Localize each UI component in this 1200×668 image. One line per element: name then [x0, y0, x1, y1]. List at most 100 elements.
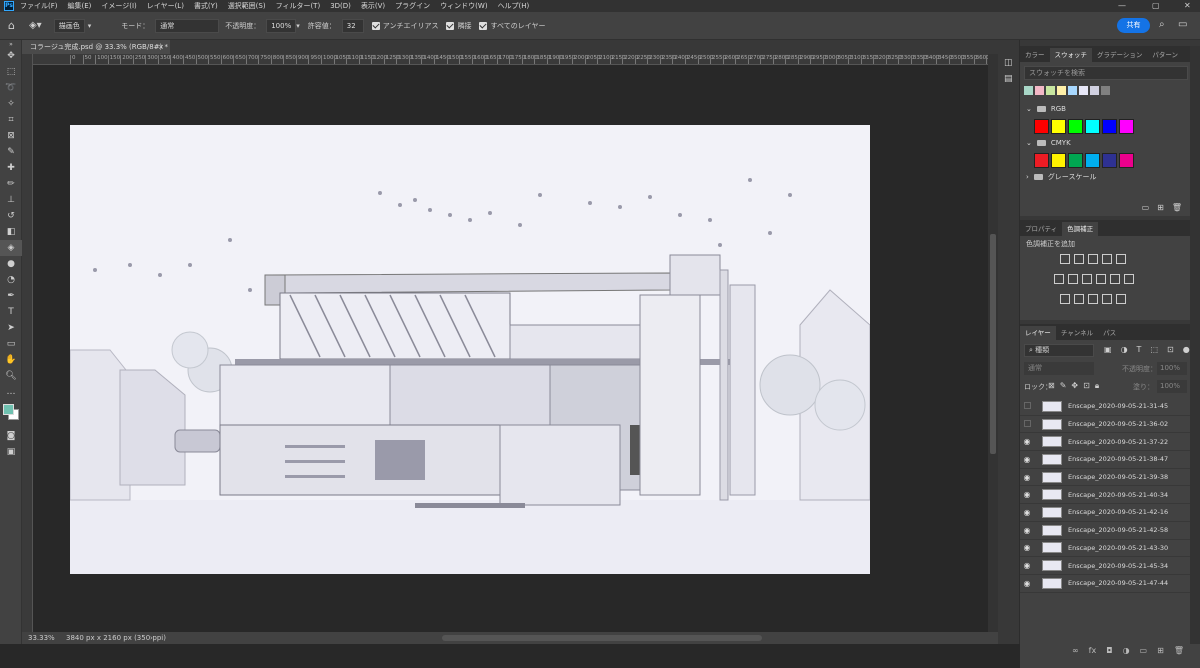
- gradient-map-icon[interactable]: [1116, 294, 1126, 304]
- filter-toggle-icon[interactable]: ●: [1183, 345, 1190, 354]
- layer-row[interactable]: ◉ Enscape_2020-09-05-21-42-58: [1020, 521, 1190, 540]
- curves-icon[interactable]: [1088, 254, 1098, 264]
- recent-swatch[interactable]: [1024, 86, 1033, 95]
- fill-input[interactable]: 100%: [1157, 380, 1187, 393]
- brightness-icon[interactable]: [1060, 254, 1070, 264]
- recent-swatch[interactable]: [1068, 86, 1077, 95]
- contiguous-checkbox[interactable]: 隣接: [446, 21, 471, 31]
- workspace-icon[interactable]: ▭: [1178, 19, 1187, 30]
- mask-icon[interactable]: ◘: [1106, 646, 1112, 655]
- group-icon[interactable]: ▭: [1140, 646, 1148, 655]
- recent-swatch[interactable]: [1035, 86, 1044, 95]
- tab-layers[interactable]: レイヤー: [1020, 326, 1056, 340]
- tab-patterns[interactable]: パターン: [1147, 48, 1183, 62]
- layer-row[interactable]: ◉ Enscape_2020-09-05-21-42-16: [1020, 504, 1190, 522]
- tolerance-input[interactable]: 32: [338, 18, 364, 33]
- layer-row[interactable]: ◉ Enscape_2020-09-05-21-43-30: [1020, 539, 1190, 558]
- collapse-icon[interactable]: »: [0, 40, 22, 48]
- search-icon[interactable]: ⌕: [1159, 19, 1165, 30]
- eye-icon[interactable]: ◉: [1020, 561, 1034, 570]
- hue-saturation-icon[interactable]: [1054, 274, 1064, 284]
- eye-icon[interactable]: ◉: [1020, 490, 1034, 499]
- posterize-icon[interactable]: [1074, 294, 1084, 304]
- magic-wand-tool-icon[interactable]: ✧: [0, 96, 22, 112]
- cmyk-swatch[interactable]: [1102, 152, 1117, 168]
- menu-filter[interactable]: フィルター(T): [276, 1, 321, 11]
- adjustment-icon[interactable]: ◑: [1123, 646, 1130, 655]
- quick-mask-icon[interactable]: ◙: [0, 428, 22, 444]
- document-canvas[interactable]: [69, 125, 871, 574]
- zoom-tool-icon[interactable]: 🔍︎: [0, 368, 22, 384]
- menu-view[interactable]: 表示(V): [361, 1, 385, 11]
- cmyk-swatch[interactable]: [1034, 152, 1049, 168]
- menu-help[interactable]: ヘルプ(H): [498, 1, 530, 11]
- levels-icon[interactable]: [1074, 254, 1084, 264]
- menu-window[interactable]: ウィンドウ(W): [440, 1, 487, 11]
- rgb-swatch[interactable]: [1051, 118, 1066, 134]
- layer-row[interactable]: ◉ Enscape_2020-09-05-21-37-22: [1020, 433, 1190, 452]
- document-tab[interactable]: コラージュ完成.psd @ 33.3% (RGB/8#) * ×: [22, 40, 170, 54]
- tab-paths[interactable]: パス: [1098, 326, 1121, 340]
- all-layers-checkbox[interactable]: すべてのレイヤー: [479, 21, 546, 31]
- eye-icon[interactable]: ◉: [1020, 437, 1034, 446]
- vibrance-icon[interactable]: [1116, 254, 1126, 264]
- smart-object-filter-icon[interactable]: ⊡: [1167, 345, 1174, 354]
- fill-source-select[interactable]: 描画色 ▾: [50, 18, 91, 33]
- maximize-button[interactable]: ▢: [1152, 1, 1160, 10]
- tab-properties[interactable]: プロパティ: [1020, 222, 1062, 236]
- path-selection-tool-icon[interactable]: ➤: [0, 320, 22, 336]
- frame-tool-icon[interactable]: ⊠: [0, 128, 22, 144]
- eye-icon[interactable]: ◉: [1020, 526, 1034, 535]
- swatch-group-rgb[interactable]: ⌄ RGB: [1020, 102, 1190, 116]
- channel-mixer-icon[interactable]: [1110, 274, 1120, 284]
- layer-row[interactable]: ◉ Enscape_2020-09-05-21-45-34: [1020, 557, 1190, 575]
- layer-row[interactable]: Enscape_2020-09-05-21-31-45: [1020, 398, 1190, 416]
- visibility-off-box[interactable]: [1020, 419, 1034, 429]
- eye-icon[interactable]: ◉: [1020, 473, 1034, 482]
- opacity-input[interactable]: 100% ▾: [262, 18, 300, 33]
- pixel-filter-icon[interactable]: ▣: [1104, 345, 1112, 354]
- recent-swatch[interactable]: [1101, 86, 1110, 95]
- rgb-swatch[interactable]: [1034, 118, 1049, 134]
- cmyk-swatch[interactable]: [1051, 152, 1066, 168]
- menu-select[interactable]: 選択範囲(S): [228, 1, 266, 11]
- rgb-swatch[interactable]: [1119, 118, 1134, 134]
- recent-swatch[interactable]: [1046, 86, 1055, 95]
- home-icon[interactable]: ⌂: [8, 19, 15, 32]
- healing-brush-tool-icon[interactable]: ✚: [0, 160, 22, 176]
- eraser-tool-icon[interactable]: ◧: [0, 224, 22, 240]
- tab-adjustments[interactable]: 色調補正: [1062, 222, 1099, 236]
- stamp-tool-icon[interactable]: ⊥: [0, 192, 22, 208]
- menu-edit[interactable]: 編集(E): [68, 1, 92, 11]
- swatch-search-input[interactable]: スウォッチを検索: [1024, 66, 1188, 80]
- tab-color[interactable]: カラー: [1020, 48, 1050, 62]
- horizontal-scrollbar[interactable]: [442, 635, 762, 641]
- fx-icon[interactable]: fx: [1089, 646, 1097, 655]
- swatch-group-cmyk[interactable]: ⌄ CMYK: [1020, 136, 1190, 150]
- comments-panel-icon[interactable]: ▤: [1004, 74, 1013, 84]
- blur-tool-icon[interactable]: ●: [0, 256, 22, 272]
- blend-mode-select[interactable]: 通常: [1024, 362, 1094, 375]
- rectangle-tool-icon[interactable]: ▭: [0, 336, 22, 352]
- color-balance-icon[interactable]: [1068, 274, 1078, 284]
- dodge-tool-icon[interactable]: ◔: [0, 272, 22, 288]
- hand-tool-icon[interactable]: ✋: [0, 352, 22, 368]
- tab-swatches[interactable]: スウォッチ: [1049, 48, 1092, 62]
- menu-file[interactable]: ファイル(F): [20, 1, 58, 11]
- share-button[interactable]: 共有: [1117, 18, 1150, 33]
- visibility-off-box[interactable]: [1020, 401, 1034, 411]
- new-swatch-icon[interactable]: ⊞: [1157, 203, 1164, 212]
- cmyk-swatch[interactable]: [1085, 152, 1100, 168]
- eyedropper-tool-icon[interactable]: ✎: [0, 144, 22, 160]
- layer-row[interactable]: ◉ Enscape_2020-09-05-21-47-44: [1020, 574, 1190, 593]
- new-layer-icon[interactable]: ⊞: [1157, 646, 1164, 655]
- recent-swatch[interactable]: [1057, 86, 1066, 95]
- photo-filter-icon[interactable]: [1096, 274, 1106, 284]
- type-filter-icon[interactable]: T: [1137, 345, 1142, 354]
- exposure-icon[interactable]: [1102, 254, 1112, 264]
- pen-tool-icon[interactable]: ✒: [0, 288, 22, 304]
- layer-row[interactable]: ◉ Enscape_2020-09-05-21-39-38: [1020, 468, 1190, 487]
- antialias-checkbox[interactable]: アンチエイリアス: [371, 21, 438, 31]
- tab-gradients[interactable]: グラデーション: [1092, 48, 1147, 62]
- layer-filter-select[interactable]: ⌕ 種類: [1024, 344, 1094, 357]
